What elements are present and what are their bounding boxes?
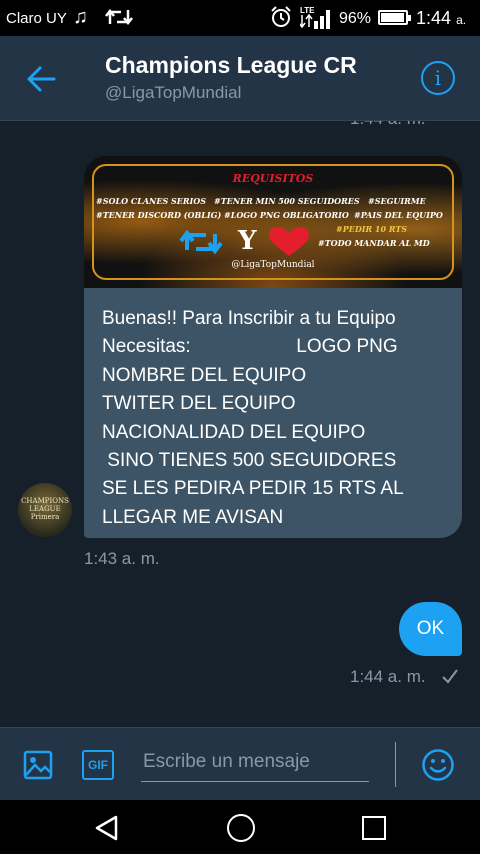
image-requirement: #TENER DISCORD (OBLIG) (96, 210, 222, 220)
message-line: NOMBRE DEL EQUIPO (102, 364, 307, 386)
image-title: REQUISITOS (232, 172, 314, 185)
sent-timestamp: 1:44 a. m. (350, 667, 426, 686)
message-image[interactable]: REQUISITOS #SOLO CLANES SERIOS #TENER MI… (84, 156, 462, 288)
image-requirement: #TODO MANDAR AL MD (318, 238, 430, 248)
image-requirement: #SEGUIRME (368, 196, 426, 206)
conversation-title[interactable]: Champions League CR (105, 52, 367, 79)
emoji-icon[interactable] (421, 748, 455, 782)
message-line: LLEGAR ME AVISAN (102, 506, 284, 528)
message-input[interactable] (141, 742, 369, 782)
retweet-icon (179, 229, 223, 255)
message-line: SINO TIENES 500 SEGUIDORES (102, 450, 397, 472)
message-line: TWITER DEL EQUIPO (102, 393, 296, 415)
battery-icon (378, 10, 411, 25)
previous-message-timestamp: 1:44 a. m. (350, 121, 426, 129)
status-bar: Claro UY ♫ LTE 96% 1:44 a. m. (0, 0, 480, 48)
received-timestamp: 1:43 a. m. (84, 549, 160, 568)
message-composer: GIF (0, 727, 480, 801)
sent-message-bubble[interactable]: OK (399, 602, 462, 656)
retweet-icon (105, 8, 133, 26)
image-icon[interactable] (23, 750, 53, 780)
music-note-icon: ♫ (73, 6, 88, 28)
heart-icon (269, 227, 309, 256)
message-line: SE LES PEDIRA PEDIR 15 RTS AL (102, 478, 404, 500)
network-type-label: LTE (300, 6, 315, 15)
image-requirement: #PAIS DEL EQUIPO (354, 210, 443, 220)
received-message-bubble[interactable]: Buenas!! Para Inscribir a tu Equipo Nece… (84, 288, 462, 538)
message-list[interactable]: 1:44 a. m. REQUISITOS #SOLO CLANES SERIO… (0, 121, 480, 727)
read-check-icon (442, 669, 458, 684)
conversation-handle[interactable]: @LigaTopMundial (105, 83, 241, 103)
conversation-header: Champions League CR @LigaTopMundial i (0, 36, 480, 121)
image-requirement: #LOGO PNG OBLIGATORIO (224, 210, 349, 220)
image-y-letter: Y (238, 226, 257, 256)
image-handle: @LigaTopMundial (231, 260, 315, 270)
gif-button[interactable]: GIF (82, 750, 114, 780)
message-line: Necesitas: LOGO PNG (102, 336, 398, 358)
avatar-crest-text: CHAMPIONS LEAGUE Primera (21, 497, 69, 521)
signal-icon: LTE (300, 6, 330, 29)
image-requirement: #PEDIR 10 RTS (336, 224, 408, 234)
image-requirement: #TENER MIN 500 SEGUIDORES (214, 196, 360, 206)
battery-percentage: 96% (339, 10, 372, 27)
back-arrow-icon[interactable] (24, 64, 60, 94)
info-icon[interactable]: i (421, 61, 455, 95)
sender-avatar[interactable]: CHAMPIONS LEAGUE Primera (18, 483, 72, 537)
nav-back-icon[interactable] (94, 815, 120, 841)
nav-home-icon[interactable] (227, 814, 255, 842)
composer-divider (395, 742, 396, 787)
message-line: Buenas!! Para Inscribir a tu Equipo (102, 308, 396, 329)
system-navigation-bar (0, 800, 480, 854)
image-requirement: #SOLO CLANES SERIOS (96, 196, 207, 206)
nav-recents-icon[interactable] (362, 816, 386, 840)
alarm-icon (271, 6, 291, 27)
message-line: NACIONALIDAD DEL EQUIPO (102, 421, 366, 443)
carrier-name: Claro UY (6, 10, 67, 27)
